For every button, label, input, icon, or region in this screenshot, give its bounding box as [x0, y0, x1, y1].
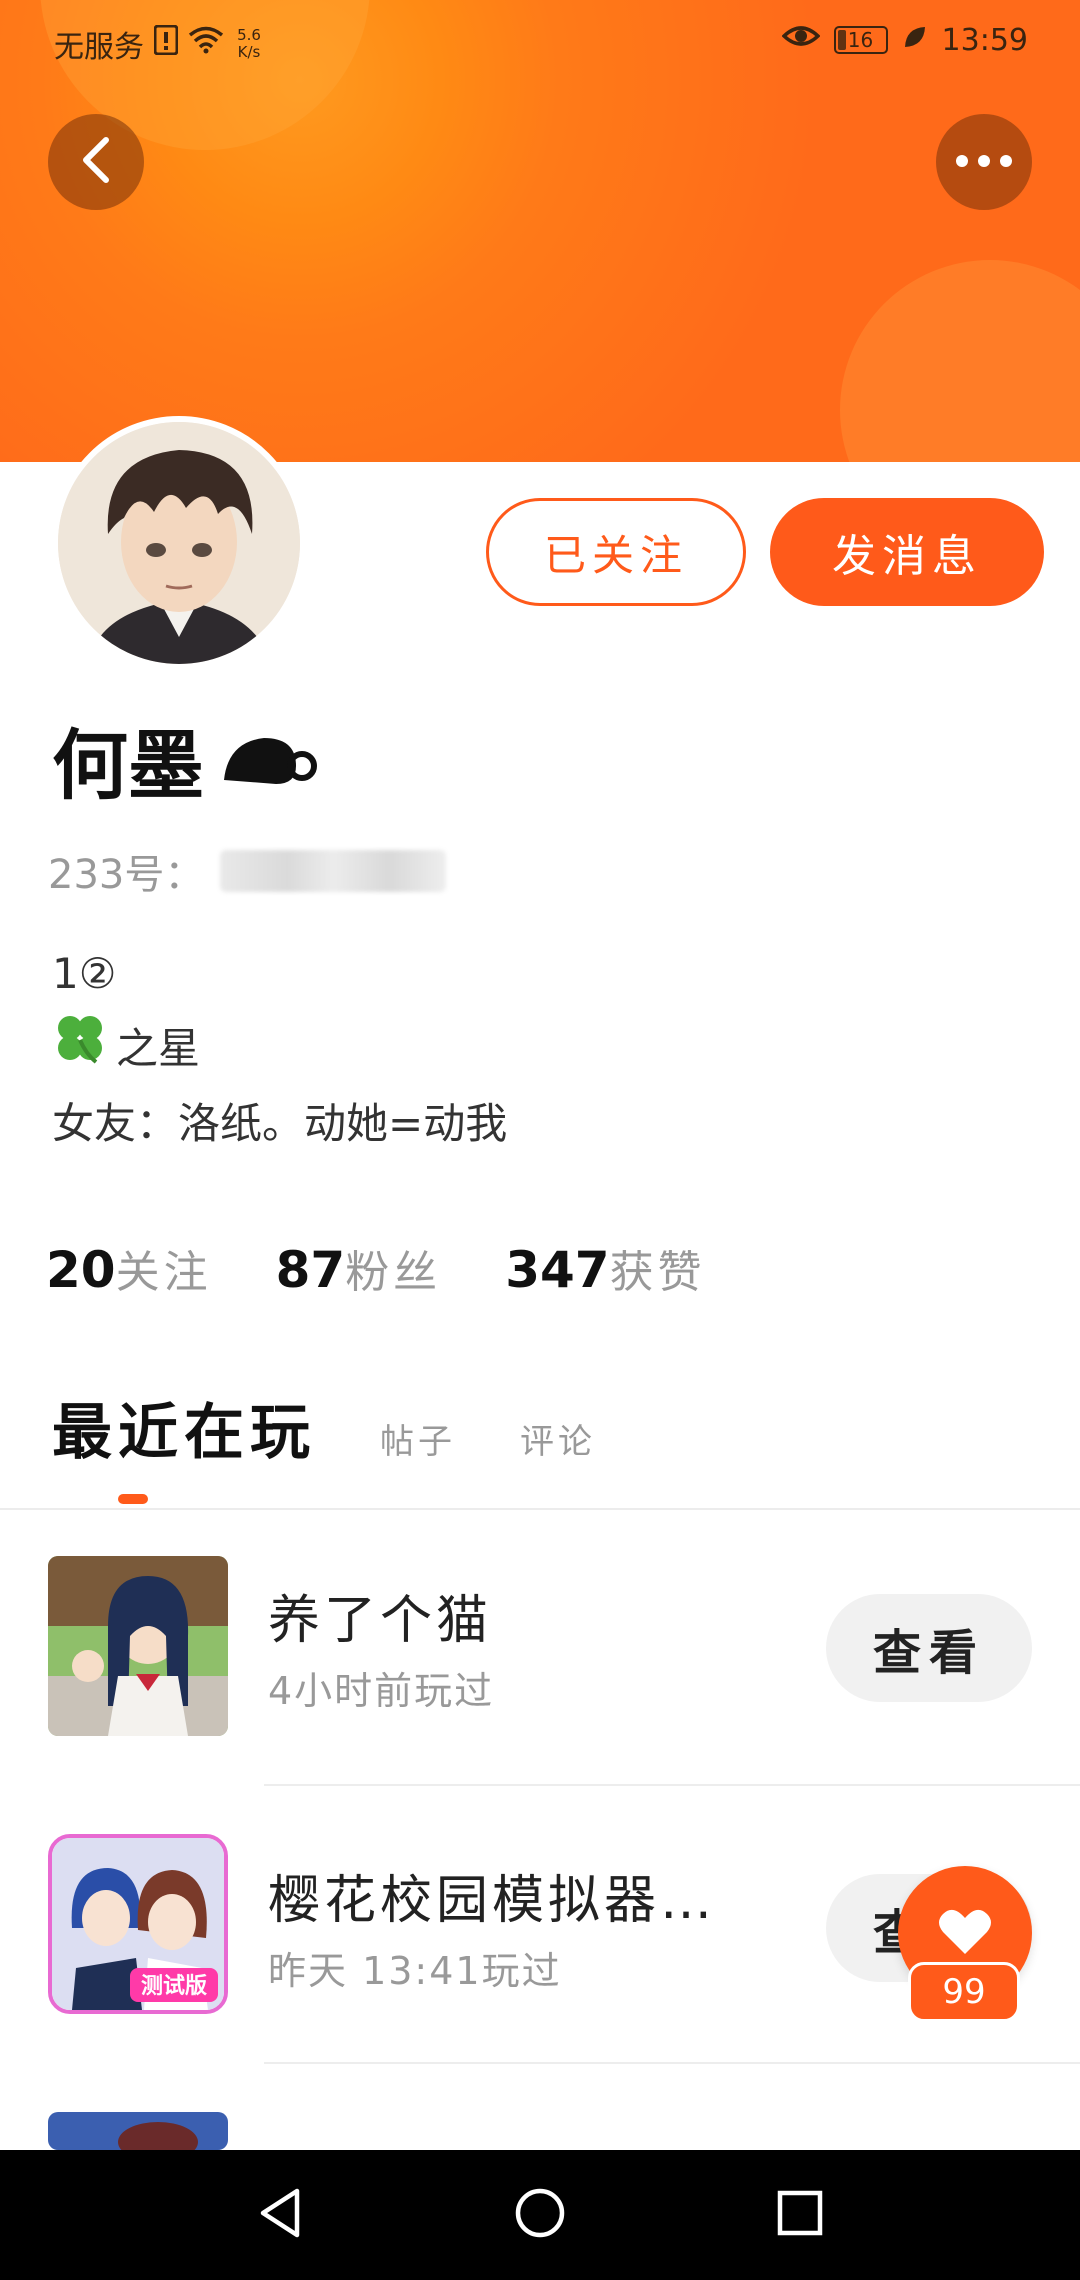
follow-button[interactable]: 已关注 — [486, 498, 746, 606]
stat-label: 获赞 — [609, 1247, 706, 1298]
leaf-icon — [902, 23, 928, 58]
net-speed-unit: K/s — [237, 43, 261, 61]
list-item[interactable] — [0, 2066, 1080, 2150]
carrier-text: 无服务 — [54, 30, 144, 65]
view-game-button[interactable]: 查看 — [826, 1594, 1032, 1702]
likes-stat[interactable]: 347获赞 — [505, 1236, 705, 1300]
nav-recent-button[interactable] — [760, 2175, 840, 2255]
game-icon — [48, 1556, 228, 1736]
nav-recent-icon — [777, 2190, 823, 2240]
list-item[interactable]: 养了个猫 4小时前玩过 查看 — [0, 1508, 1080, 1768]
alert-icon — [153, 24, 179, 63]
stat-value: 87 — [275, 1241, 346, 1299]
bio-line: 1② — [52, 938, 507, 1010]
game-icon — [48, 2112, 228, 2150]
more-button[interactable] — [936, 114, 1032, 210]
profile-stats: 20关注 87粉丝 347获赞 — [46, 1236, 706, 1300]
game-played-time: 4小时前玩过 — [268, 1669, 495, 1713]
test-version-badge: 测试版 — [141, 1974, 207, 1999]
game-icon: 测试版 — [48, 1834, 228, 2014]
like-count-badge: 99 — [908, 1962, 1020, 2022]
banner-decoration — [840, 260, 1080, 462]
more-icon — [954, 153, 1014, 172]
user-id-row: 233号： — [48, 842, 447, 900]
status-left: 无服务 5.6 K/s — [54, 22, 264, 66]
net-speed: 5.6 K/s — [234, 27, 264, 61]
system-nav-bar — [0, 2150, 1080, 2280]
active-tab-indicator — [118, 1494, 148, 1504]
nav-home-icon — [514, 2187, 566, 2243]
tab-posts[interactable]: 帖子 — [380, 1414, 456, 1463]
stat-value: 347 — [505, 1241, 610, 1299]
profile-bio: 1② 之星 女友：洛纸。动她=动我 — [52, 938, 507, 1160]
nav-home-button[interactable] — [500, 2175, 580, 2255]
stat-label: 关注 — [115, 1247, 212, 1298]
bio-line: 女友：洛纸。动她=动我 — [52, 1088, 507, 1160]
user-id-label: 233号： — [48, 852, 205, 898]
bio-line: 之星 — [52, 1010, 507, 1088]
game-title: 养了个猫 — [268, 1591, 493, 1651]
stat-value: 20 — [46, 1241, 116, 1299]
tab-recently-played[interactable]: 最近在玩 — [52, 1384, 316, 1471]
row-divider — [264, 2062, 1080, 2064]
profile-tabs: 最近在玩 帖子 评论 — [52, 1384, 596, 1471]
clover-icon — [52, 1010, 108, 1088]
status-right: 16 13:59 — [780, 22, 1028, 58]
status-bar: 无服务 5.6 K/s 16 13:59 — [0, 0, 1080, 90]
followers-stat[interactable]: 87粉丝 — [276, 1236, 442, 1300]
tab-comments[interactable]: 评论 — [520, 1414, 596, 1463]
clock-text: 13:59 — [941, 22, 1028, 58]
nav-back-button[interactable] — [240, 2175, 320, 2255]
profile-name-row: 何墨 — [52, 704, 318, 814]
profile-name: 何墨 — [52, 721, 204, 810]
row-divider — [264, 1784, 1080, 1786]
wifi-icon — [188, 26, 224, 62]
game-played-time: 昨天 13:41玩过 — [268, 1949, 562, 1993]
battery-level: 16 — [847, 28, 874, 52]
game-title: 樱花校园模拟器… — [268, 1871, 717, 1931]
user-id-value-redacted — [220, 850, 447, 892]
stat-label: 粉丝 — [345, 1247, 442, 1298]
eye-icon — [780, 22, 821, 58]
net-speed-value: 5.6 — [237, 26, 261, 44]
nav-back-icon — [257, 2187, 303, 2243]
send-message-button[interactable]: 发消息 — [770, 498, 1044, 606]
heart-icon — [937, 1906, 993, 1960]
avatar[interactable] — [52, 416, 306, 670]
following-stat[interactable]: 20关注 — [46, 1236, 212, 1300]
ink-emoji-icon — [218, 722, 318, 796]
back-icon — [78, 136, 114, 188]
bio-line-text: 之星 — [116, 1024, 201, 1073]
battery-fill — [837, 30, 846, 50]
back-button[interactable] — [48, 114, 144, 210]
battery-indicator: 16 — [833, 26, 888, 54]
bio-line-text: 1② — [52, 949, 117, 998]
bio-line-text: 女友：洛纸。动她=动我 — [52, 1099, 508, 1148]
